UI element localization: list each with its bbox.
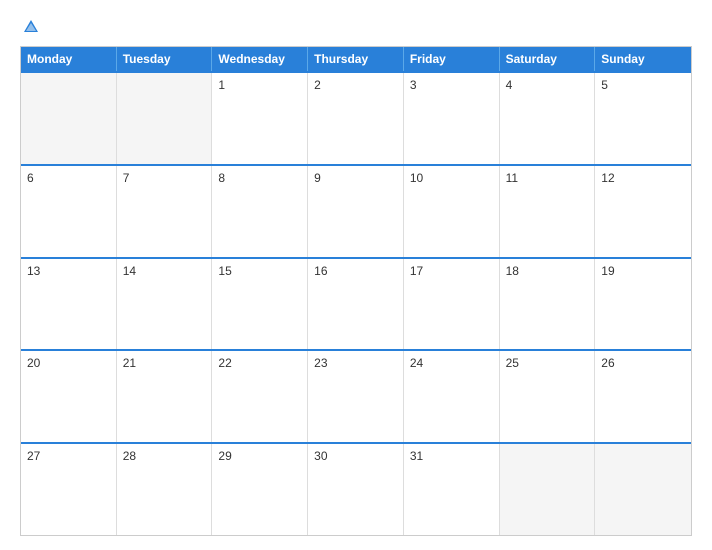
cal-cell-12: 12 <box>595 166 691 257</box>
day-number: 26 <box>601 356 685 370</box>
day-number: 25 <box>506 356 589 370</box>
header <box>20 18 692 36</box>
day-number: 19 <box>601 264 685 278</box>
day-number: 16 <box>314 264 397 278</box>
cal-header-saturday: Saturday <box>500 47 596 71</box>
day-number: 12 <box>601 171 685 185</box>
day-number: 7 <box>123 171 206 185</box>
cal-cell-13: 13 <box>21 259 117 350</box>
cal-cell-22: 22 <box>212 351 308 442</box>
day-number: 31 <box>410 449 493 463</box>
day-number: 4 <box>506 78 589 92</box>
cal-cell-15: 15 <box>212 259 308 350</box>
calendar-week-1: 12345 <box>21 71 691 164</box>
cal-header-monday: Monday <box>21 47 117 71</box>
cal-cell-5: 5 <box>595 73 691 164</box>
cal-cell-empty-6 <box>595 444 691 535</box>
cal-cell-17: 17 <box>404 259 500 350</box>
calendar-grid: MondayTuesdayWednesdayThursdayFridaySatu… <box>20 46 692 536</box>
cal-cell-26: 26 <box>595 351 691 442</box>
day-number: 11 <box>506 171 589 185</box>
calendar-week-5: 27 28 29 30 31 <box>21 442 691 535</box>
cal-cell-9: 9 <box>308 166 404 257</box>
day-number: 10 <box>410 171 493 185</box>
cal-cell-16: 16 <box>308 259 404 350</box>
cal-header-tuesday: Tuesday <box>117 47 213 71</box>
cal-cell-31: 31 <box>404 444 500 535</box>
day-number: 13 <box>27 264 110 278</box>
cal-cell-29: 29 <box>212 444 308 535</box>
day-number: 21 <box>123 356 206 370</box>
cal-cell-28: 28 <box>117 444 213 535</box>
cal-cell-21: 21 <box>117 351 213 442</box>
day-number: 23 <box>314 356 397 370</box>
cal-cell-empty-5 <box>500 444 596 535</box>
day-number: 1 <box>218 78 301 92</box>
cal-cell-8: 8 <box>212 166 308 257</box>
day-number: 17 <box>410 264 493 278</box>
logo <box>20 18 40 36</box>
day-number: 14 <box>123 264 206 278</box>
cal-cell-23: 23 <box>308 351 404 442</box>
calendar-body: 1234567891011121314151617181920212223242… <box>21 71 691 535</box>
cal-cell-4: 4 <box>500 73 596 164</box>
calendar-header-row: MondayTuesdayWednesdayThursdayFridaySatu… <box>21 47 691 71</box>
day-number: 5 <box>601 78 685 92</box>
day-number: 3 <box>410 78 493 92</box>
day-number: 15 <box>218 264 301 278</box>
cal-cell-20: 20 <box>21 351 117 442</box>
cal-cell-30: 30 <box>308 444 404 535</box>
logo-icon <box>22 18 40 36</box>
day-number: 18 <box>506 264 589 278</box>
cal-cell-empty-1 <box>117 73 213 164</box>
day-number: 27 <box>27 449 110 463</box>
cal-cell-25: 25 <box>500 351 596 442</box>
cal-cell-19: 19 <box>595 259 691 350</box>
cal-header-friday: Friday <box>404 47 500 71</box>
day-number: 6 <box>27 171 110 185</box>
cal-cell-11: 11 <box>500 166 596 257</box>
cal-header-wednesday: Wednesday <box>212 47 308 71</box>
day-number: 29 <box>218 449 301 463</box>
day-number: 22 <box>218 356 301 370</box>
calendar-week-4: 20 21 22 23 24 25 26 <box>21 349 691 442</box>
cal-cell-2: 2 <box>308 73 404 164</box>
cal-cell-empty-0 <box>21 73 117 164</box>
day-number: 28 <box>123 449 206 463</box>
day-number: 24 <box>410 356 493 370</box>
cal-cell-6: 6 <box>21 166 117 257</box>
cal-cell-10: 10 <box>404 166 500 257</box>
calendar-week-3: 13 14 15 16 17 18 19 <box>21 257 691 350</box>
cal-cell-18: 18 <box>500 259 596 350</box>
cal-cell-1: 1 <box>212 73 308 164</box>
cal-cell-27: 27 <box>21 444 117 535</box>
cal-cell-24: 24 <box>404 351 500 442</box>
cal-cell-7: 7 <box>117 166 213 257</box>
cal-header-thursday: Thursday <box>308 47 404 71</box>
calendar-week-2: 6789 10 11 12 <box>21 164 691 257</box>
day-number: 9 <box>314 171 397 185</box>
cal-cell-14: 14 <box>117 259 213 350</box>
calendar-page: MondayTuesdayWednesdayThursdayFridaySatu… <box>0 0 712 550</box>
cal-cell-3: 3 <box>404 73 500 164</box>
day-number: 30 <box>314 449 397 463</box>
day-number: 2 <box>314 78 397 92</box>
day-number: 20 <box>27 356 110 370</box>
cal-header-sunday: Sunday <box>595 47 691 71</box>
day-number: 8 <box>218 171 301 185</box>
